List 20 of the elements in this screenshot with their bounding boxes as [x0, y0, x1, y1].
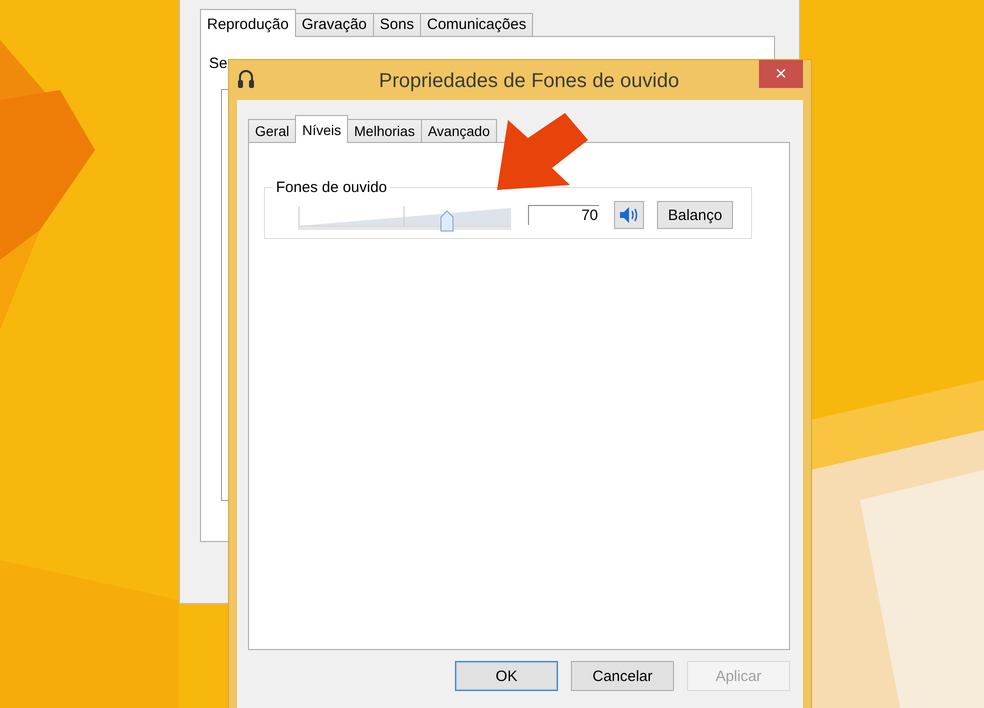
group-label: Fones de ouvido — [275, 179, 388, 196]
balance-button[interactable]: Balanço — [657, 201, 734, 229]
tab[interactable]: Níveis — [295, 115, 348, 143]
tab[interactable]: Sons — [372, 13, 421, 36]
dialog-button[interactable]: Cancelar — [571, 661, 674, 691]
volume-field[interactable]: 70 — [528, 205, 599, 225]
tab[interactable]: Gravação — [294, 13, 374, 36]
headphones-icon — [237, 69, 255, 91]
tab[interactable]: Melhorias — [347, 119, 422, 142]
speaker-icon — [619, 206, 639, 224]
tab[interactable]: Avançado — [420, 119, 497, 142]
ok-button[interactable]: OK — [455, 661, 558, 691]
slider-thumb[interactable] — [440, 210, 454, 232]
tab[interactable]: Geral — [248, 119, 296, 142]
description-text: Se — [209, 55, 228, 72]
speaker-button[interactable] — [614, 201, 644, 229]
close-button[interactable]: × — [759, 60, 803, 88]
tab[interactable]: Comunicações — [420, 13, 534, 36]
tab[interactable]: Reprodução — [200, 9, 296, 37]
dialog-title: Propriedades de Fones de ouvido — [378, 68, 680, 92]
